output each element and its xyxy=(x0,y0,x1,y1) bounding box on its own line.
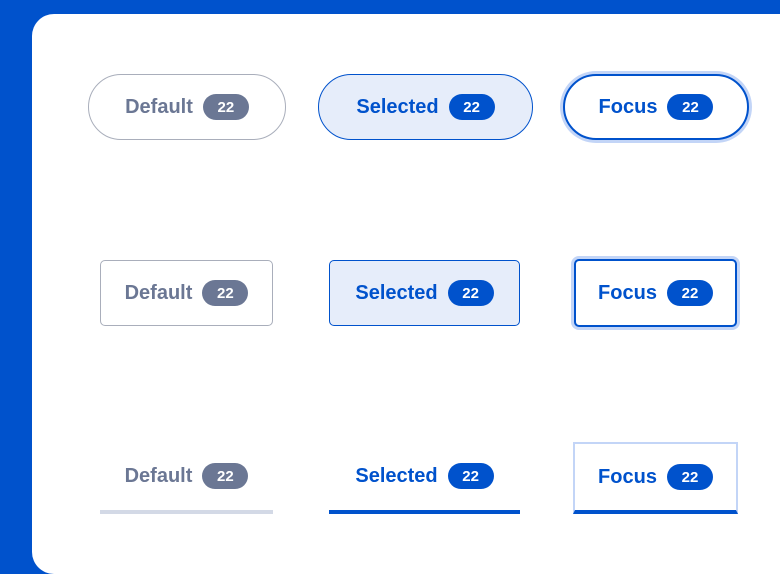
chip-label: Selected xyxy=(356,95,439,118)
chip-label: Selected xyxy=(355,464,438,487)
count-badge: 22 xyxy=(447,280,494,306)
chip-label: Focus xyxy=(598,95,658,118)
pill-selected-chip[interactable]: Selected 22 xyxy=(318,74,533,140)
count-badge: 22 xyxy=(666,464,713,490)
rect-default-chip[interactable]: Default 22 xyxy=(100,260,273,326)
chip-label: Default xyxy=(125,95,193,118)
count-badge: 22 xyxy=(667,94,714,120)
count-badge: 22 xyxy=(448,94,495,120)
rect-focus-chip[interactable]: Focus 22 xyxy=(574,259,737,327)
count-badge: 22 xyxy=(202,280,249,306)
tab-default-chip[interactable]: Default 22 xyxy=(100,442,273,514)
chip-label: Default xyxy=(124,464,193,487)
tab-focus-chip[interactable]: Focus 22 xyxy=(573,442,738,514)
rect-selected-chip[interactable]: Selected 22 xyxy=(329,260,520,326)
count-badge: 22 xyxy=(202,94,249,120)
chip-label: Selected xyxy=(355,281,438,304)
pill-default-chip[interactable]: Default 22 xyxy=(88,74,286,140)
chip-label: Default xyxy=(124,281,193,304)
count-badge: 22 xyxy=(666,280,713,306)
count-badge: 22 xyxy=(447,463,494,489)
count-badge: 22 xyxy=(202,463,249,489)
tab-selected-chip[interactable]: Selected 22 xyxy=(329,442,520,514)
chip-label: Focus xyxy=(598,281,657,304)
pill-focus-chip[interactable]: Focus 22 xyxy=(563,74,749,140)
chip-label: Focus xyxy=(598,465,657,488)
